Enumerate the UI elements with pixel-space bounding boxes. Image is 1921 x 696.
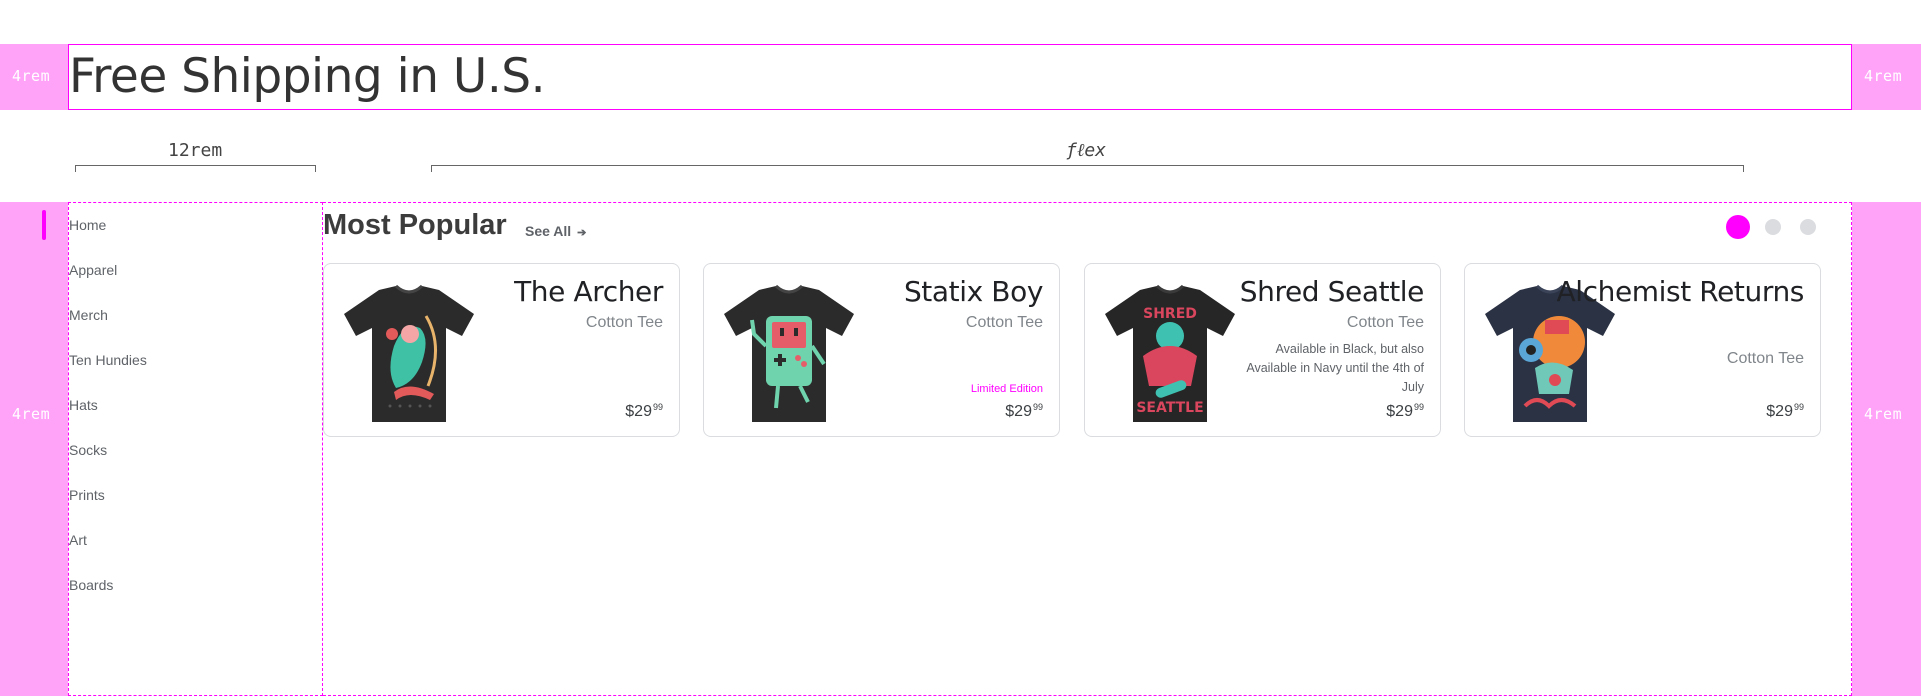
skater-tshirt-image: SHRED SEATTLE [1105, 284, 1235, 422]
gameboy-tshirt-image [724, 284, 854, 422]
limited-edition-badge: Limited Edition [970, 383, 1043, 395]
product-card-alchemist-returns[interactable]: Alchemist Returns Cotton Tee $2999 [1464, 263, 1821, 437]
right-gutter-banner: 4rem [1852, 44, 1921, 110]
gutter-label: 4rem [12, 405, 51, 423]
sidebar-nav: Home Apparel Merch Ten Hundies Hats Sock… [68, 202, 323, 696]
product-price: $2999 [625, 402, 663, 421]
product-title: Statix Boy [903, 275, 1043, 308]
price-cents: 99 [1032, 402, 1043, 412]
left-gutter-main: 4rem [0, 202, 68, 696]
product-card-shred-seattle[interactable]: SHRED SEATTLE Shred Seattle Cotton Tee A… [1084, 263, 1441, 437]
availability-note: Available in Black, but also Available i… [1246, 342, 1424, 394]
sidebar-item-merch[interactable]: Merch [69, 307, 108, 323]
right-gutter-main: 4rem [1852, 202, 1921, 696]
banner-text: Free Shipping in U.S. [69, 49, 546, 104]
product-price: $2999 [1005, 402, 1043, 421]
sidebar-item-hats[interactable]: Hats [69, 397, 98, 413]
sidebar-item-ten-hundies[interactable]: Ten Hundies [69, 352, 147, 368]
active-nav-indicator [42, 210, 46, 240]
svg-text:SEATTLE: SEATTLE [1136, 400, 1203, 416]
archer-tshirt-image [344, 284, 474, 422]
shipping-banner: Free Shipping in U.S. [68, 44, 1852, 110]
pager-dot-1[interactable] [1726, 215, 1750, 239]
sidebar-width-bracket [75, 165, 316, 172]
gutter-label: 4rem [1864, 67, 1903, 85]
see-all-link[interactable]: See All ➔ [525, 223, 586, 239]
price-cents: 99 [652, 402, 663, 412]
product-price: $2999 [1766, 402, 1804, 421]
price-cents: 99 [1793, 402, 1804, 412]
pager-dot-3[interactable] [1800, 219, 1816, 235]
sidebar-item-boards[interactable]: Boards [69, 577, 113, 593]
product-subtitle: Cotton Tee [1726, 350, 1804, 367]
section-title: Most Popular [323, 209, 507, 241]
svg-text:SHRED: SHRED [1143, 306, 1197, 322]
price-dollars: $29 [625, 403, 652, 420]
left-gutter-banner: 4rem [0, 44, 68, 110]
sidebar-width-label: 12rem [168, 140, 223, 161]
price-dollars: $29 [1005, 403, 1032, 420]
product-title: Shred Seattle [1239, 275, 1425, 308]
product-price: $2999 [1386, 402, 1424, 421]
sidebar-item-home[interactable]: Home [69, 217, 106, 233]
product-subtitle: Cotton Tee [585, 314, 663, 331]
price-cents: 99 [1413, 402, 1424, 412]
main-content: Most Popular See All ➔ The Archer Cotton … [323, 202, 1852, 696]
price-dollars: $29 [1386, 403, 1413, 420]
product-subtitle: Cotton Tee [965, 314, 1043, 331]
sidebar-item-art[interactable]: Art [69, 532, 87, 548]
price-dollars: $29 [1766, 403, 1793, 420]
sidebar-item-socks[interactable]: Socks [69, 442, 107, 458]
content-width-bracket [431, 165, 1744, 172]
content-width-label: ƒℓex [1066, 140, 1107, 161]
product-title: The Archer [514, 275, 663, 308]
gutter-label: 4rem [12, 67, 51, 85]
product-card-statix-boy[interactable]: Statix Boy Cotton Tee Limited Edition $2… [703, 263, 1060, 437]
sidebar-item-prints[interactable]: Prints [69, 487, 105, 503]
product-subtitle: Cotton Tee [1346, 314, 1424, 331]
gutter-label: 4rem [1864, 405, 1903, 423]
sidebar-item-apparel[interactable]: Apparel [69, 262, 117, 278]
product-card-archer[interactable]: The Archer Cotton Tee $2999 [323, 263, 680, 437]
pager-dot-2[interactable] [1765, 219, 1781, 235]
product-title: Alchemist Returns [1556, 275, 1804, 308]
arrow-right-icon: ➔ [577, 227, 587, 239]
see-all-label: See All [525, 223, 572, 239]
